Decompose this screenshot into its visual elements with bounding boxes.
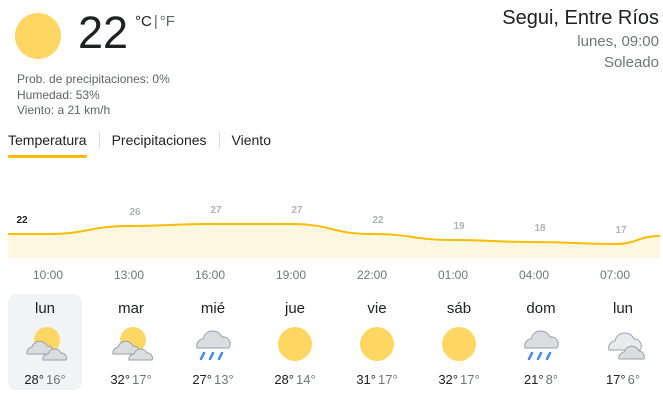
sun-icon xyxy=(278,327,312,361)
low-temp: 13° xyxy=(214,372,234,387)
day-card[interactable]: lun 28° 16° xyxy=(8,294,82,390)
unit-fahrenheit[interactable]: °F xyxy=(160,13,175,30)
day-temperatures: 28° 14° xyxy=(274,372,315,387)
hour-label: 01:00 xyxy=(437,268,469,282)
hour-label: 13:00 xyxy=(113,268,145,282)
rain-icon xyxy=(196,330,231,361)
unit-separator: | xyxy=(153,13,158,30)
day-name: sáb xyxy=(446,300,472,317)
precipitation-probability: Prob. de precipitaciones: 0% xyxy=(17,72,170,86)
location-name: Segui, Entre Ríos xyxy=(502,7,659,29)
weather-details: Prob. de precipitaciones: 0% Humedad: 53… xyxy=(17,72,170,119)
day-temperatures: 32° 17° xyxy=(110,372,151,387)
day-temperatures: 17° 6° xyxy=(606,372,640,387)
cloudy-icon xyxy=(608,332,645,360)
temperature-label: 17 xyxy=(615,225,627,236)
forecast-tabs: Temperatura Precipitaciones Viento xyxy=(8,128,283,158)
day-temperatures: 21° 8° xyxy=(524,372,558,387)
low-temp: 17° xyxy=(132,372,152,387)
low-temp: 14° xyxy=(296,372,316,387)
hour-label: 07:00 xyxy=(599,268,631,282)
high-temp: 27° xyxy=(192,372,212,387)
humidity: Humedad: 53% xyxy=(17,87,100,102)
day-temperatures: 28° 16° xyxy=(24,372,65,387)
daily-forecast: lun 28° 16° mar 32° 17° mié 27° 13° jue 28° 14° vie 3… xyxy=(8,294,663,390)
day-name: mié xyxy=(200,300,226,317)
day-card[interactable]: vie 31° 17° xyxy=(336,294,418,390)
low-temp: 17° xyxy=(460,372,480,387)
day-card[interactable]: dom 21° 8° xyxy=(500,294,582,390)
tab-precipitation[interactable]: Precipitaciones xyxy=(100,128,219,158)
day-name: lun xyxy=(612,300,634,317)
location-condition: Soleado xyxy=(603,54,659,71)
tab-wind[interactable]: Viento xyxy=(220,128,283,158)
hour-label: 16:00 xyxy=(194,268,226,282)
temperature-label: 22 xyxy=(16,215,28,226)
unit-celsius[interactable]: °C xyxy=(135,13,152,30)
rain-icon xyxy=(524,330,559,361)
low-temp: 17° xyxy=(378,372,398,387)
day-name: lun xyxy=(34,300,56,317)
current-temperature: 22 xyxy=(78,7,129,58)
high-temp: 28° xyxy=(274,372,294,387)
sun-icon xyxy=(15,13,61,59)
day-card[interactable]: lun 17° 6° xyxy=(582,294,663,390)
day-card[interactable]: mar 32° 17° xyxy=(90,294,172,390)
high-temp: 32° xyxy=(110,372,130,387)
wind: Viento: a 21 km/h xyxy=(17,103,111,117)
low-temp: 8° xyxy=(545,372,559,387)
day-temperatures: 31° 17° xyxy=(356,372,397,387)
hour-labels: 10:00 13:00 16:00 19:00 22:00 01:00 04:00 07:00 xyxy=(0,268,663,284)
high-temp: 21° xyxy=(523,372,544,387)
temperature-label: 22 xyxy=(372,215,384,226)
hour-label: 19:00 xyxy=(275,268,307,282)
day-card[interactable]: sáb 32° 17° xyxy=(418,294,500,390)
day-name: jue xyxy=(284,300,306,317)
temperature-label: 18 xyxy=(534,223,546,234)
temperature-chart: 22 26 27 27 22 19 18 17 xyxy=(7,205,661,258)
sun-icon xyxy=(442,327,476,361)
temperature-label: 19 xyxy=(453,221,465,232)
high-temp: 31° xyxy=(356,372,376,387)
temperature-label: 26 xyxy=(129,207,141,218)
high-temp: 17° xyxy=(605,372,626,387)
low-temp: 6° xyxy=(627,372,641,387)
day-name: dom xyxy=(526,300,556,317)
day-name: vie xyxy=(367,300,387,317)
partly-cloudy-icon xyxy=(112,327,153,361)
partly-cloudy-icon xyxy=(26,327,67,361)
high-temp: 28° xyxy=(24,372,44,387)
sun-icon xyxy=(360,327,394,361)
high-temp: 32° xyxy=(438,372,458,387)
day-card[interactable]: jue 28° 14° xyxy=(254,294,336,390)
hour-label: 04:00 xyxy=(518,268,550,282)
day-name: mar xyxy=(118,300,144,317)
temperature-label: 27 xyxy=(210,205,222,216)
hour-label: 10:00 xyxy=(32,268,64,282)
day-temperatures: 32° 17° xyxy=(438,372,479,387)
day-card[interactable]: mié 27° 13° xyxy=(172,294,254,390)
unit-toggle: °C | °F xyxy=(135,13,175,30)
hour-label: 22:00 xyxy=(356,268,388,282)
day-temperatures: 27° 13° xyxy=(192,372,233,387)
low-temp: 16° xyxy=(46,372,66,387)
tab-temperature[interactable]: Temperatura xyxy=(8,128,99,158)
temperature-label: 27 xyxy=(291,205,303,216)
location-time: lunes, 09:00 xyxy=(577,33,659,50)
location-block: Segui, Entre Ríos lunes, 09:00 Soleado xyxy=(502,5,659,73)
